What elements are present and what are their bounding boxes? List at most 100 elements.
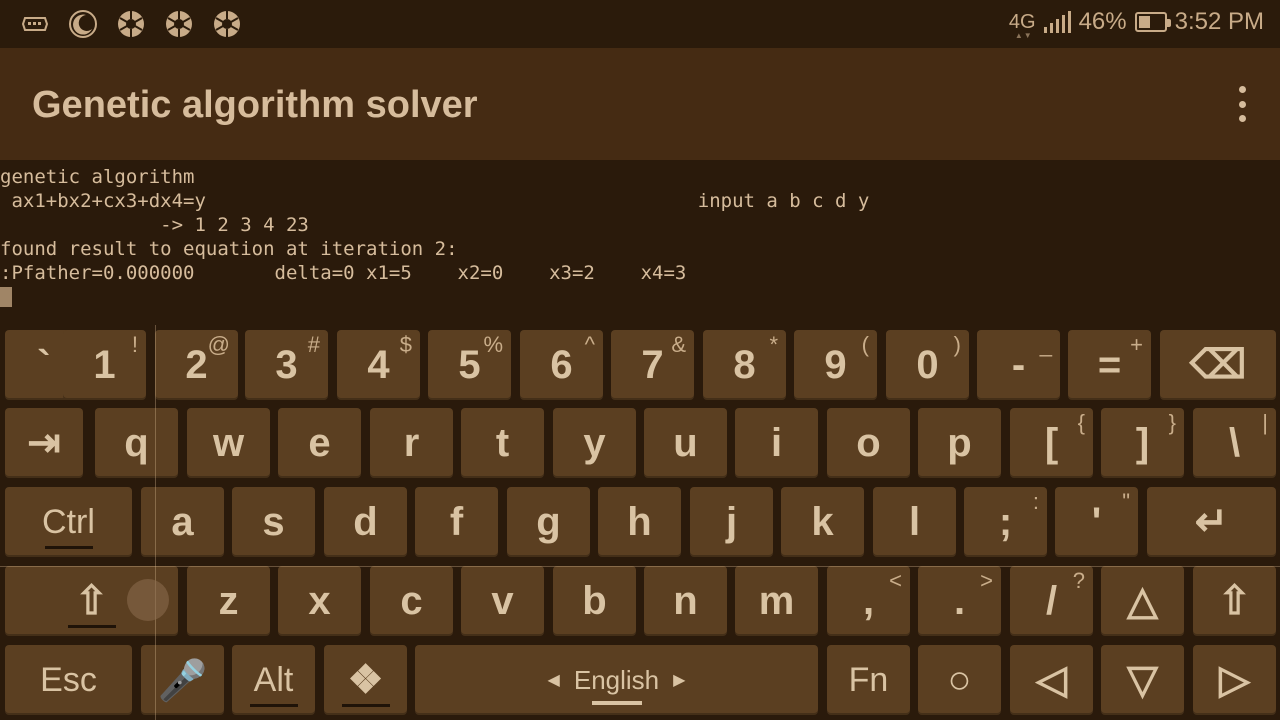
key-8[interactable]: 8 * [703,330,786,400]
key-backslash[interactable]: \ | [1193,408,1276,478]
key-g[interactable]: g [507,487,590,557]
shift-key[interactable]: ⇧ [1193,566,1276,636]
key-2[interactable]: 2 @ [155,330,238,400]
arrow-right-key[interactable]: ▷ [1193,645,1276,715]
key-label: Fn [848,660,889,699]
key-label: m [758,578,795,623]
key-f[interactable]: f [415,487,498,557]
key-k[interactable]: k [781,487,864,557]
terminal-output[interactable]: genetic algorithm ax1+bx2+cx3+dx4=y inpu… [0,160,1280,325]
keyboard-icon [20,9,50,39]
arrow-left-key[interactable]: ◁ [1010,645,1093,715]
fn-key[interactable]: Fn [827,645,910,715]
key-l[interactable]: l [873,487,956,557]
key-q[interactable]: q [95,408,178,478]
key-v[interactable]: v [461,566,544,636]
key-label: 7 [641,342,664,387]
key-comma[interactable]: , < [827,566,910,636]
battery-icon [1134,12,1171,32]
key-z[interactable]: z [187,566,270,636]
key-m[interactable]: m [735,566,818,636]
pointer-guide-vertical [155,325,156,720]
overflow-menu-icon[interactable] [1236,86,1248,122]
key-equals[interactable]: = + [1068,330,1151,400]
key-left-bracket[interactable]: [{ [1010,408,1093,478]
key-j[interactable]: j [690,487,773,557]
key-minus[interactable]: - _ [977,330,1060,400]
touch-indicator [127,579,169,621]
key-label: ◁ [1036,658,1067,702]
key-label: v [491,578,514,623]
key-i[interactable]: i [735,408,818,478]
key-label: - [1011,342,1026,387]
key-5[interactable]: 5% [428,330,511,400]
key-r[interactable]: r [370,408,453,478]
key-6[interactable]: 6 ^ [520,330,603,400]
key-secondary-label: @ [207,332,230,357]
key-9[interactable]: 9( [794,330,877,400]
tab-key[interactable]: ⇥ [5,408,83,478]
key-0[interactable]: 0) [886,330,969,400]
key-u[interactable]: u [644,408,727,478]
key-a[interactable]: a [141,487,224,557]
key-label: q [124,420,149,465]
key-7[interactable]: 7 & [611,330,694,400]
key-s[interactable]: s [232,487,315,557]
key-label: d [353,499,378,544]
key-b[interactable]: b [553,566,636,636]
key-e[interactable]: e [278,408,361,478]
key-label: 9 [824,342,847,387]
home-key[interactable]: ○ [918,645,1001,715]
key-label: ⇧ [1217,579,1252,623]
key-period[interactable]: . > [918,566,1001,636]
key-3[interactable]: 3 # [245,330,328,400]
key-label: l [908,499,921,544]
ctrl-key[interactable]: Ctrl [5,487,132,557]
key-secondary-label: _ [1039,332,1052,357]
key-p[interactable]: p [918,408,1001,478]
key-c[interactable]: c [370,566,453,636]
key-d[interactable]: d [324,487,407,557]
space-key[interactable]: ◀ English ▶ [415,645,818,715]
key-secondary-label: > [980,568,993,593]
alt-key[interactable]: Alt [232,645,315,715]
key-label: c [400,578,423,623]
key-label: 3 [275,342,298,387]
key-secondary-label: { [1077,410,1085,435]
key-label: w [212,420,245,465]
arrow-down-key[interactable]: ▽ [1101,645,1184,715]
key-4[interactable]: 4 $ [337,330,420,400]
key-semicolon[interactable]: ;: [964,487,1047,557]
key-n[interactable]: n [644,566,727,636]
enter-key[interactable]: ↵ [1147,487,1276,557]
key-t[interactable]: t [461,408,544,478]
key-secondary-label: & [671,332,686,357]
key-label: 1 [93,342,116,387]
mic-key[interactable]: 🎤 [141,645,224,715]
triangle-left-icon: ◀ [547,672,560,689]
key-label: [ [1044,420,1059,465]
key-secondary-label: < [889,568,902,593]
key-secondary-label: ? [1072,568,1085,593]
key-quote[interactable]: ' " [1055,487,1138,557]
key-label: ▽ [1127,658,1158,702]
system-status: 4G 46% 3:52 PM [1009,8,1264,40]
key-secondary-label: + [1130,332,1143,357]
key-x[interactable]: x [278,566,361,636]
key-secondary-label: " [1122,489,1130,514]
key-y[interactable]: y [553,408,636,478]
arrow-up-key[interactable]: △ [1101,566,1184,636]
key-slash[interactable]: /? [1010,566,1093,636]
esc-key[interactable]: Esc [5,645,132,715]
key-h[interactable]: h [598,487,681,557]
symbols-key[interactable]: ❖ [324,645,407,715]
key-w[interactable]: w [187,408,270,478]
key-o[interactable]: o [827,408,910,478]
key-secondary-label: | [1262,410,1268,435]
key-label: ] [1135,420,1150,465]
key-label: 8 [733,342,756,387]
key-secondary-label: } [1168,410,1176,435]
key-1[interactable]: 1! [63,330,146,400]
key-right-bracket[interactable]: ]} [1101,408,1184,478]
backspace-key[interactable]: ⌫ [1160,330,1276,400]
